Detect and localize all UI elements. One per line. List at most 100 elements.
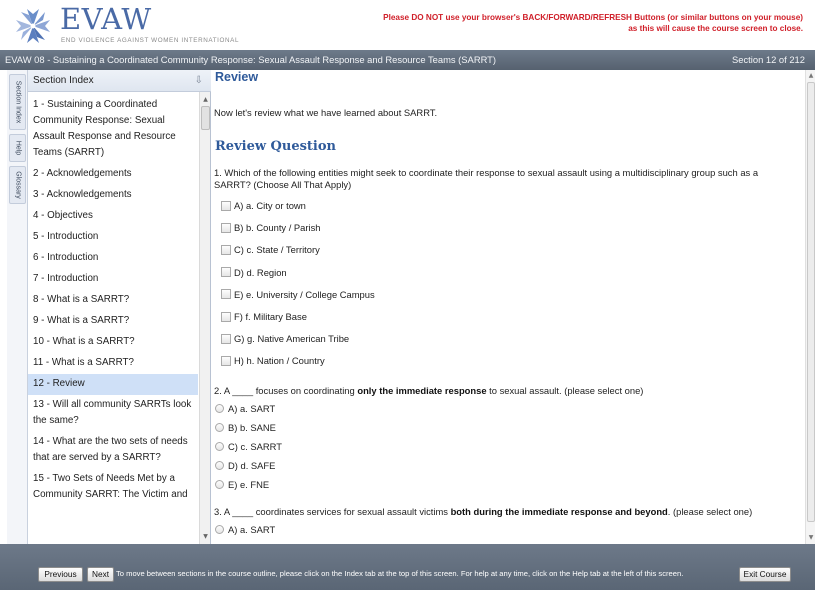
index-item[interactable]: 7 - Introduction: [28, 269, 198, 290]
navigation-help-text: To move between sections in the course o…: [116, 569, 684, 578]
tab-help-label: Help: [14, 140, 21, 156]
index-item[interactable]: 10 - What is a SARRT?: [28, 332, 198, 353]
option-label: A) a. City or town: [234, 200, 306, 211]
radio-button[interactable]: [215, 461, 224, 470]
checkbox[interactable]: [221, 200, 231, 211]
option-label: F) f. Military Base: [234, 311, 307, 322]
q3-option[interactable]: A) a. SART: [215, 524, 275, 535]
section-index-list: 1 - Sustaining a Coordinated Community R…: [28, 95, 198, 543]
q2-option[interactable]: E) e. FNE: [215, 479, 269, 490]
checkbox[interactable]: [221, 267, 231, 278]
question-2-text-before: 2. A ____ focuses on coordinating: [214, 385, 358, 396]
radio-button[interactable]: [215, 442, 224, 451]
index-item[interactable]: 11 - What is a SARRT?: [28, 353, 198, 374]
scroll-down-icon[interactable]: ▼: [200, 531, 211, 542]
question-2-text-after: to sexual assault. (please select one): [486, 385, 644, 396]
content-scroll-down-icon[interactable]: ▼: [806, 533, 815, 543]
option-label: H) h. Nation / Country: [234, 355, 325, 367]
q1-option[interactable]: E) e. University / College Campus: [221, 289, 375, 300]
q1-option[interactable]: B) b. County / Parish: [221, 222, 321, 233]
radio-button[interactable]: [215, 423, 224, 432]
q1-option[interactable]: H) h. Nation / Country: [221, 355, 325, 366]
q1-option[interactable]: G) g. Native American Tribe: [221, 333, 349, 344]
option-label: E) e. FNE: [228, 479, 270, 490]
index-item[interactable]: 15 - Two Sets of Needs Met by a Communit…: [28, 469, 198, 506]
checkbox[interactable]: [221, 311, 231, 322]
intro-text: Now let's review what we have learned ab…: [214, 107, 438, 118]
content-scroll-up-icon[interactable]: ▲: [806, 71, 815, 81]
course-title: EVAW 08 - Sustaining a Coordinated Commu…: [5, 54, 497, 65]
option-label: C) c. State / Territory: [234, 244, 320, 256]
content-area: Review Now let's review what we have lea…: [212, 70, 805, 544]
index-item[interactable]: 13 - Will all community SARRTs look the …: [28, 395, 198, 432]
index-item[interactable]: 3 - Acknowledgements: [28, 185, 198, 206]
course-window: EVAW END VIOLENCE AGAINST WOMEN INTERNAT…: [0, 0, 815, 590]
index-scrollbar[interactable]: ▲ ▼: [199, 92, 210, 544]
tab-help[interactable]: Help: [9, 134, 26, 162]
q1-option[interactable]: C) c. State / Territory: [221, 244, 320, 255]
question-2-text: 2. A ____ focuses on coordinating only t…: [214, 385, 794, 397]
warning-line-1: Please DO NOT use your browser's BACK/FO…: [383, 13, 803, 22]
index-item[interactable]: 8 - What is a SARRT?: [28, 290, 198, 311]
option-label: E) e. University / College Campus: [234, 288, 375, 300]
course-title-bar: EVAW 08 - Sustaining a Coordinated Commu…: [0, 50, 815, 70]
index-item[interactable]: 5 - Introduction: [28, 227, 198, 248]
question-1-text: 1. Which of the following entities might…: [214, 167, 759, 190]
radio-button[interactable]: [215, 525, 224, 534]
content-scroll-thumb[interactable]: [807, 82, 815, 522]
option-label: G) g. Native American Tribe: [234, 333, 350, 345]
exit-course-button[interactable]: Exit Course: [739, 567, 791, 582]
scroll-up-icon[interactable]: ▲: [200, 94, 211, 105]
header: EVAW END VIOLENCE AGAINST WOMEN INTERNAT…: [0, 0, 815, 50]
tab-glossary-label: Glossary: [14, 171, 21, 199]
browser-warning: Please DO NOT use your browser's BACK/FO…: [283, 12, 803, 34]
content-scrollbar[interactable]: ▲ ▼: [805, 70, 815, 544]
index-item-active[interactable]: 12 - Review: [28, 374, 198, 395]
index-scroll-thumb[interactable]: [201, 106, 210, 130]
q1-option[interactable]: F) f. Military Base: [221, 311, 307, 322]
option-label: A) a. SART: [228, 403, 276, 414]
question-3-text-after: . (please select one): [667, 506, 753, 517]
checkbox[interactable]: [221, 289, 231, 300]
section-counter: Section 12 of 212: [732, 54, 805, 65]
section-index-title: Section Index: [33, 75, 94, 86]
option-label: B) b. SANE: [228, 422, 276, 433]
index-item[interactable]: 6 - Introduction: [28, 248, 198, 269]
section-index-header: Section Index ⇩: [28, 70, 211, 92]
index-item[interactable]: 9 - What is a SARRT?: [28, 311, 198, 332]
tab-section-index-label: Section Index: [14, 80, 21, 124]
option-label: C) c. SARRT: [228, 441, 282, 452]
previous-button[interactable]: Previous: [38, 567, 83, 582]
radio-button[interactable]: [215, 480, 224, 489]
evaw-logo-icon: [16, 9, 50, 43]
next-button[interactable]: Next: [87, 567, 114, 582]
q1-option[interactable]: A) a. City or town: [221, 200, 306, 211]
index-item[interactable]: 4 - Objectives: [28, 206, 198, 227]
page-title: Review: [215, 70, 259, 84]
pin-icon[interactable]: ⇩: [195, 70, 203, 92]
question-2-text-bold: only the immediate response: [357, 385, 487, 396]
side-tab-strip: Section Index Help Glossary: [7, 70, 28, 544]
q1-option[interactable]: D) d. Region: [221, 267, 287, 278]
tab-section-index[interactable]: Section Index: [9, 74, 26, 130]
warning-line-2: as this will cause the course screen to …: [628, 24, 803, 33]
index-item[interactable]: 14 - What are the two sets of needs that…: [28, 432, 198, 469]
q2-option[interactable]: D) d. SAFE: [215, 460, 275, 471]
index-item[interactable]: 1 - Sustaining a Coordinated Community R…: [28, 95, 198, 164]
section-index-panel: Section Index ⇩ 1 - Sustaining a Coordin…: [28, 70, 211, 544]
option-label: B) b. County / Parish: [234, 222, 321, 234]
option-label: A) a. SART: [228, 524, 276, 535]
brand-name: EVAW: [60, 2, 152, 36]
q2-option[interactable]: A) a. SART: [215, 403, 275, 414]
tab-glossary[interactable]: Glossary: [9, 166, 26, 204]
checkbox[interactable]: [221, 355, 231, 366]
radio-button[interactable]: [215, 404, 224, 413]
index-item[interactable]: 2 - Acknowledgements: [28, 164, 198, 185]
q2-option[interactable]: B) b. SANE: [215, 422, 276, 433]
checkbox[interactable]: [221, 333, 231, 344]
q2-option[interactable]: C) c. SARRT: [215, 441, 282, 452]
review-question-heading: Review Question: [215, 139, 336, 154]
navigation-bar: Previous Next To move between sections i…: [0, 544, 815, 590]
checkbox[interactable]: [221, 222, 231, 233]
checkbox[interactable]: [221, 244, 231, 255]
